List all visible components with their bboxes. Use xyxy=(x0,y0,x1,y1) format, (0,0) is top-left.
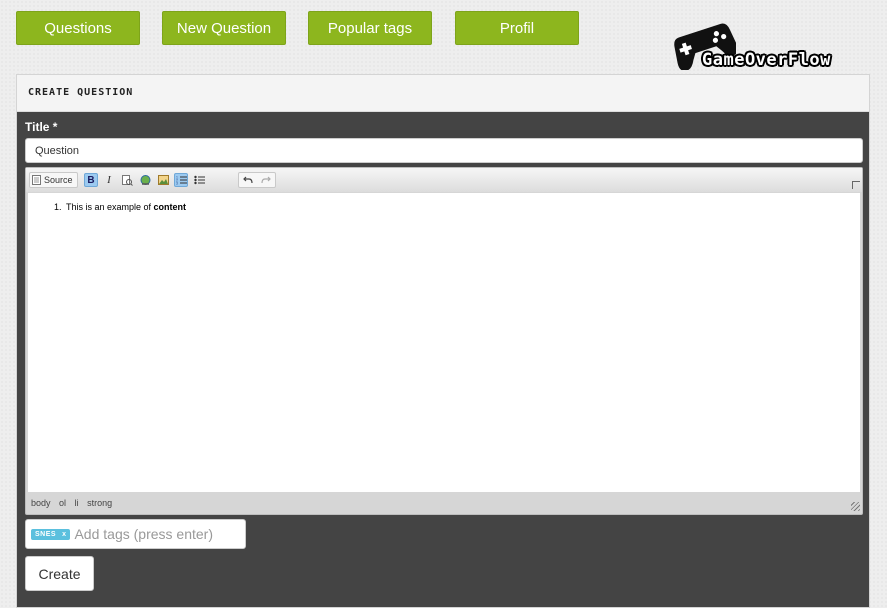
path-li[interactable]: li xyxy=(75,498,79,508)
history-group xyxy=(238,172,276,188)
link-button[interactable] xyxy=(138,173,152,187)
tags-input[interactable] xyxy=(74,526,225,542)
panel-title: Create question xyxy=(17,75,869,112)
nav-popular-tags-button[interactable]: Popular tags xyxy=(308,11,432,45)
resize-grip-icon[interactable] xyxy=(851,502,860,511)
path-ol[interactable]: ol xyxy=(59,498,66,508)
source-group: Source xyxy=(29,172,78,188)
content-list: This is an example of content xyxy=(28,202,860,212)
create-button[interactable]: Create xyxy=(25,556,94,591)
redo-icon xyxy=(261,176,271,184)
content-text: This is an example of xyxy=(66,202,154,212)
tag-label: SNES xyxy=(35,530,57,538)
logo-text: GameOverFlow xyxy=(702,50,831,70)
tags-field[interactable]: SNES x xyxy=(25,519,246,549)
nav-profil-button[interactable]: Profil xyxy=(455,11,579,45)
editor-content[interactable]: This is an example of content xyxy=(28,193,860,492)
maximize-icon[interactable] xyxy=(852,181,860,189)
numbered-list-icon: 123 xyxy=(176,176,187,186)
italic-button[interactable]: I xyxy=(102,173,116,187)
editor-toolbar: Source B I 123 xyxy=(26,168,862,192)
undo-button[interactable] xyxy=(241,173,255,187)
preview-icon xyxy=(121,174,133,186)
undo-icon xyxy=(243,176,253,184)
logo[interactable]: GameOverFlow xyxy=(672,14,880,74)
bulleted-list-button[interactable] xyxy=(192,173,206,187)
tag-remove-button[interactable]: x xyxy=(62,531,66,538)
list-item: This is an example of content xyxy=(64,202,860,212)
nav-new-question-button[interactable]: New Question xyxy=(162,11,286,45)
image-icon xyxy=(157,175,169,185)
source-label: Source xyxy=(44,175,73,185)
italic-icon: I xyxy=(107,174,111,186)
link-icon xyxy=(140,174,150,185)
numbered-list-button[interactable]: 123 xyxy=(174,173,188,187)
title-label: Title * xyxy=(25,120,58,134)
content-bold-text: content xyxy=(153,202,187,212)
editor-element-path: body ol li strong xyxy=(26,492,862,514)
image-button[interactable] xyxy=(156,173,170,187)
bold-button[interactable]: B xyxy=(84,173,98,187)
tag-snes: SNES x xyxy=(31,528,71,540)
source-icon xyxy=(32,175,41,185)
bold-icon: B xyxy=(87,174,95,186)
title-input[interactable] xyxy=(25,138,863,163)
bulleted-list-icon xyxy=(193,175,205,185)
path-strong[interactable]: strong xyxy=(87,498,112,508)
preview-button[interactable] xyxy=(120,173,134,187)
path-body[interactable]: body xyxy=(31,498,51,508)
svg-text:3: 3 xyxy=(176,182,178,186)
source-button[interactable]: Source xyxy=(32,173,73,187)
format-group: B I 123 xyxy=(82,172,250,188)
redo-button[interactable] xyxy=(259,173,273,187)
nav-questions-button[interactable]: Questions xyxy=(16,11,140,45)
rich-text-editor: Source B I 123 1. This is an example of … xyxy=(25,167,863,515)
create-question-panel: Create question Title * Source B I xyxy=(16,74,870,608)
